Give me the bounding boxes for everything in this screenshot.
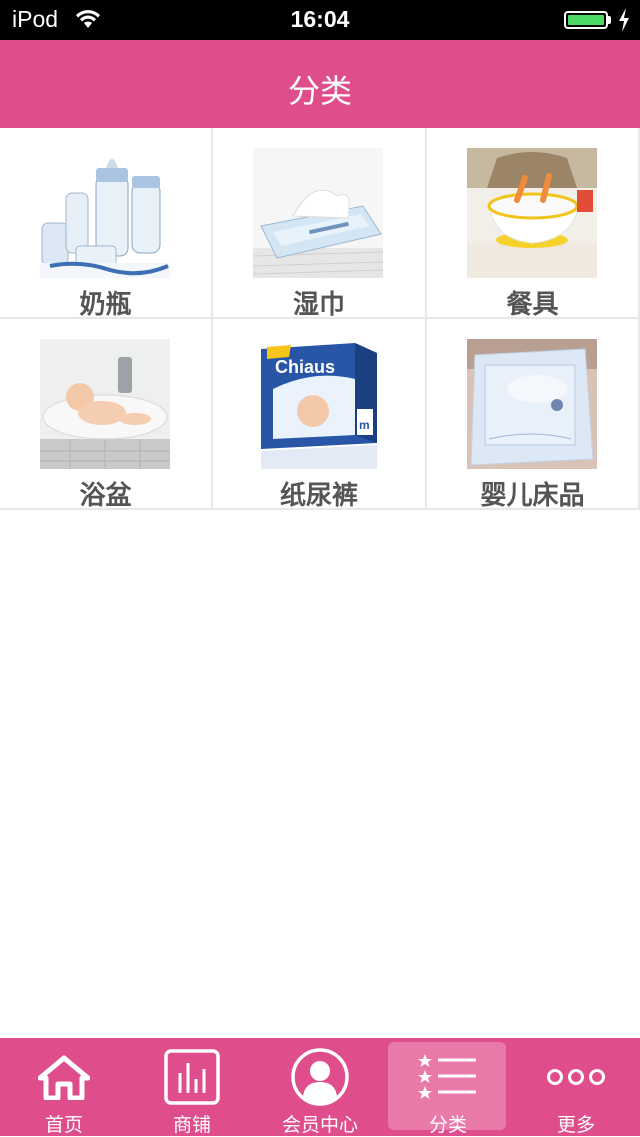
tab-home[interactable]: 首页 bbox=[0, 1038, 128, 1136]
tab-shop[interactable]: 商铺 bbox=[128, 1038, 256, 1136]
category-baby-bath[interactable]: 浴盆 bbox=[0, 319, 213, 511]
wet-wipes-image bbox=[253, 148, 383, 278]
person-icon bbox=[256, 1046, 384, 1108]
category-label: 餐具 bbox=[506, 290, 559, 320]
category-baby-bottles[interactable]: 奶瓶 bbox=[0, 128, 213, 320]
category-label: 奶瓶 bbox=[79, 290, 132, 320]
nav-bar: 分类 bbox=[0, 40, 640, 128]
category-wet-wipes[interactable]: 湿巾 bbox=[213, 128, 427, 320]
tab-label: 更多 bbox=[556, 1114, 595, 1136]
category-label: 纸尿裤 bbox=[279, 481, 358, 511]
page-title: 分类 bbox=[287, 72, 352, 110]
star-list-icon bbox=[384, 1046, 512, 1108]
clock: 16:04 bbox=[290, 6, 350, 32]
diapers-pack-image: Chiaus m bbox=[253, 339, 383, 469]
category-diapers[interactable]: Chiaus m 纸尿裤 bbox=[213, 319, 427, 511]
category-label: 婴儿床品 bbox=[480, 481, 585, 511]
category-tableware[interactable]: 餐具 bbox=[427, 128, 640, 320]
tab-label: 分类 bbox=[428, 1114, 467, 1136]
tableware-bowl-image bbox=[467, 148, 597, 278]
baby-bottles-image bbox=[40, 148, 170, 278]
category-crib-bedding[interactable]: 婴儿床品 bbox=[427, 319, 640, 511]
home-icon bbox=[0, 1046, 128, 1108]
tab-categories[interactable]: 分类 bbox=[384, 1038, 512, 1136]
diaper-size-text: m bbox=[359, 418, 370, 432]
diaper-brand-text: Chiaus bbox=[275, 357, 335, 377]
tab-label: 首页 bbox=[44, 1114, 83, 1136]
tab-member-center[interactable]: 会员中心 bbox=[256, 1038, 384, 1136]
tab-more[interactable]: 更多 bbox=[512, 1038, 640, 1136]
bar-chart-icon bbox=[128, 1046, 256, 1108]
category-label: 湿巾 bbox=[292, 290, 345, 320]
more-dots-icon bbox=[512, 1046, 640, 1108]
crib-bedding-image bbox=[467, 339, 597, 469]
battery-icon bbox=[564, 11, 608, 29]
tab-label: 会员中心 bbox=[281, 1114, 358, 1136]
tab-label: 商铺 bbox=[172, 1114, 211, 1136]
charging-bolt-icon bbox=[618, 8, 630, 36]
status-bar: iPod 16:04 bbox=[0, 0, 640, 40]
tab-bar: 首页 商铺 会员中心 分类 更多 bbox=[0, 1038, 640, 1136]
category-label: 浴盆 bbox=[79, 481, 132, 511]
baby-bath-image bbox=[40, 339, 170, 469]
